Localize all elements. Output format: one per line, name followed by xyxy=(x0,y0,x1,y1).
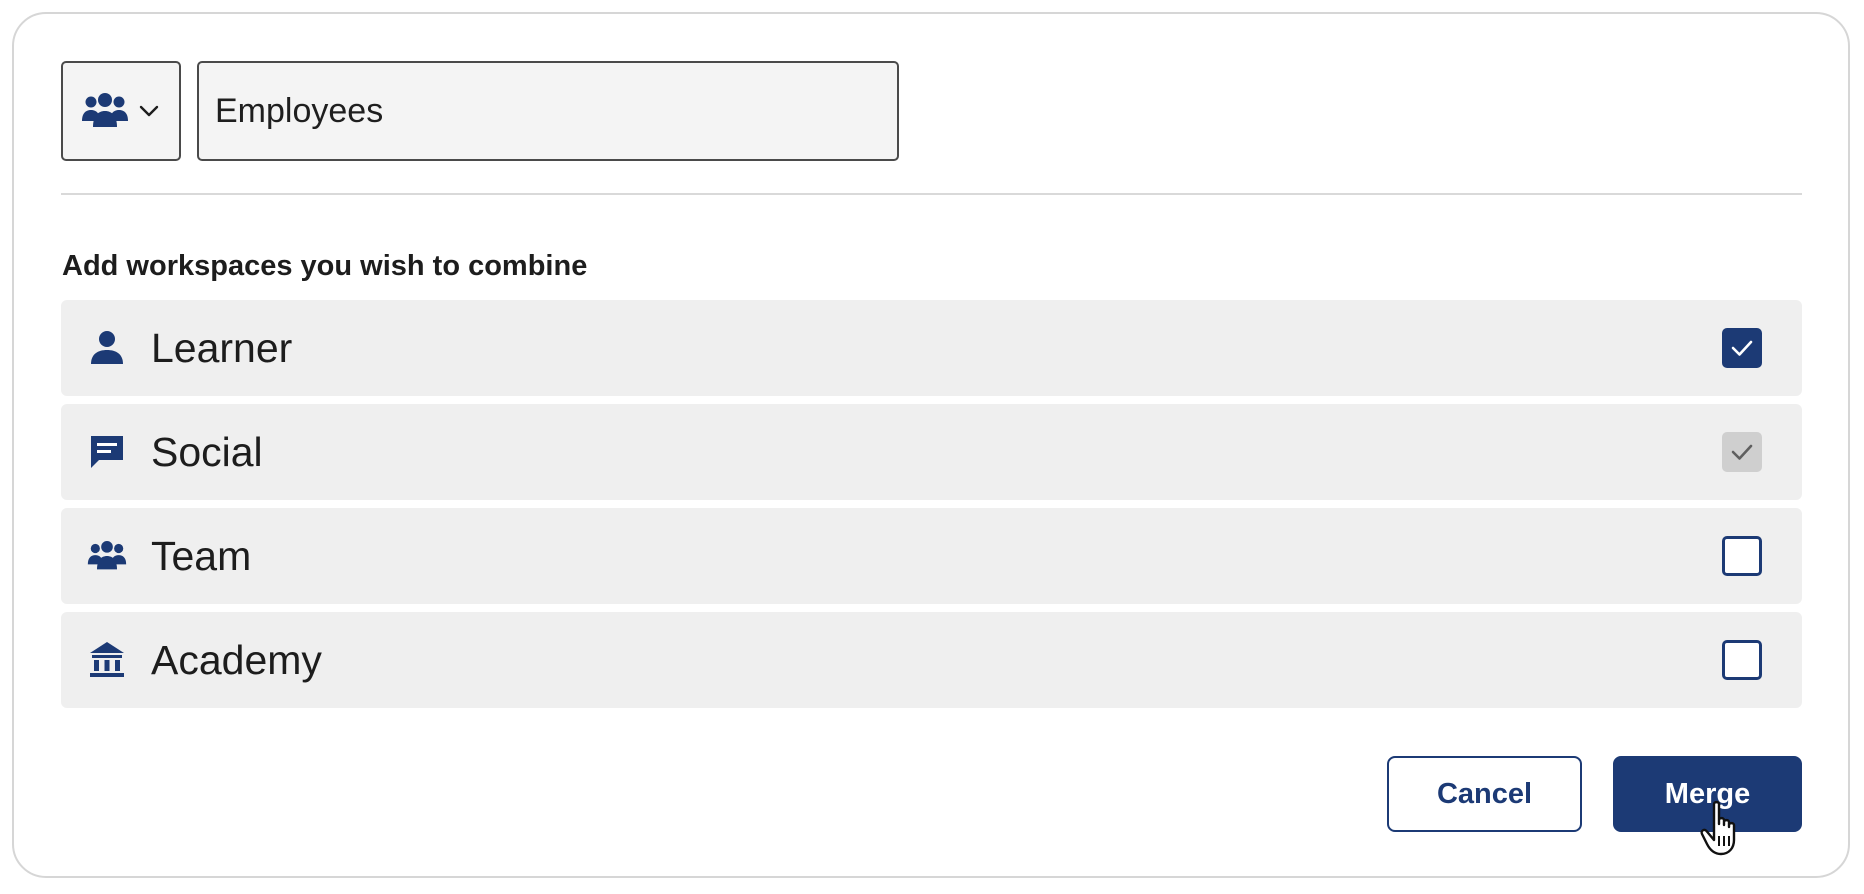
workspace-label: Academy xyxy=(151,636,322,683)
chevron-down-icon xyxy=(139,105,159,117)
icon-picker-dropdown[interactable] xyxy=(61,61,181,161)
workspace-label: Team xyxy=(151,532,252,579)
section-label: Add workspaces you wish to combine xyxy=(62,250,588,282)
workspace-row-academy[interactable]: Academy xyxy=(61,612,1802,708)
workspace-list: Learner Social Team Academy xyxy=(61,300,1802,716)
workspace-row-learner[interactable]: Learner xyxy=(61,300,1802,396)
workspace-name-input[interactable] xyxy=(197,61,899,161)
people-group-icon xyxy=(87,536,127,576)
cancel-button[interactable]: Cancel xyxy=(1387,756,1582,832)
checkmark-icon xyxy=(1731,444,1753,460)
checkbox-academy[interactable] xyxy=(1722,640,1762,680)
workspace-label: Learner xyxy=(151,324,293,371)
checkmark-icon xyxy=(1731,340,1753,356)
workspace-row-team[interactable]: Team xyxy=(61,508,1802,604)
checkbox-team[interactable] xyxy=(1722,536,1762,576)
workspace-label: Social xyxy=(151,428,263,475)
people-group-icon xyxy=(82,93,128,127)
checkbox-social xyxy=(1722,432,1762,472)
divider xyxy=(61,193,1802,195)
checkbox-learner[interactable] xyxy=(1722,328,1762,368)
workspace-row-social[interactable]: Social xyxy=(61,404,1802,500)
merge-button[interactable]: Merge xyxy=(1613,756,1802,832)
academy-building-icon xyxy=(87,640,127,680)
person-icon xyxy=(87,328,127,368)
chat-icon xyxy=(87,432,127,472)
